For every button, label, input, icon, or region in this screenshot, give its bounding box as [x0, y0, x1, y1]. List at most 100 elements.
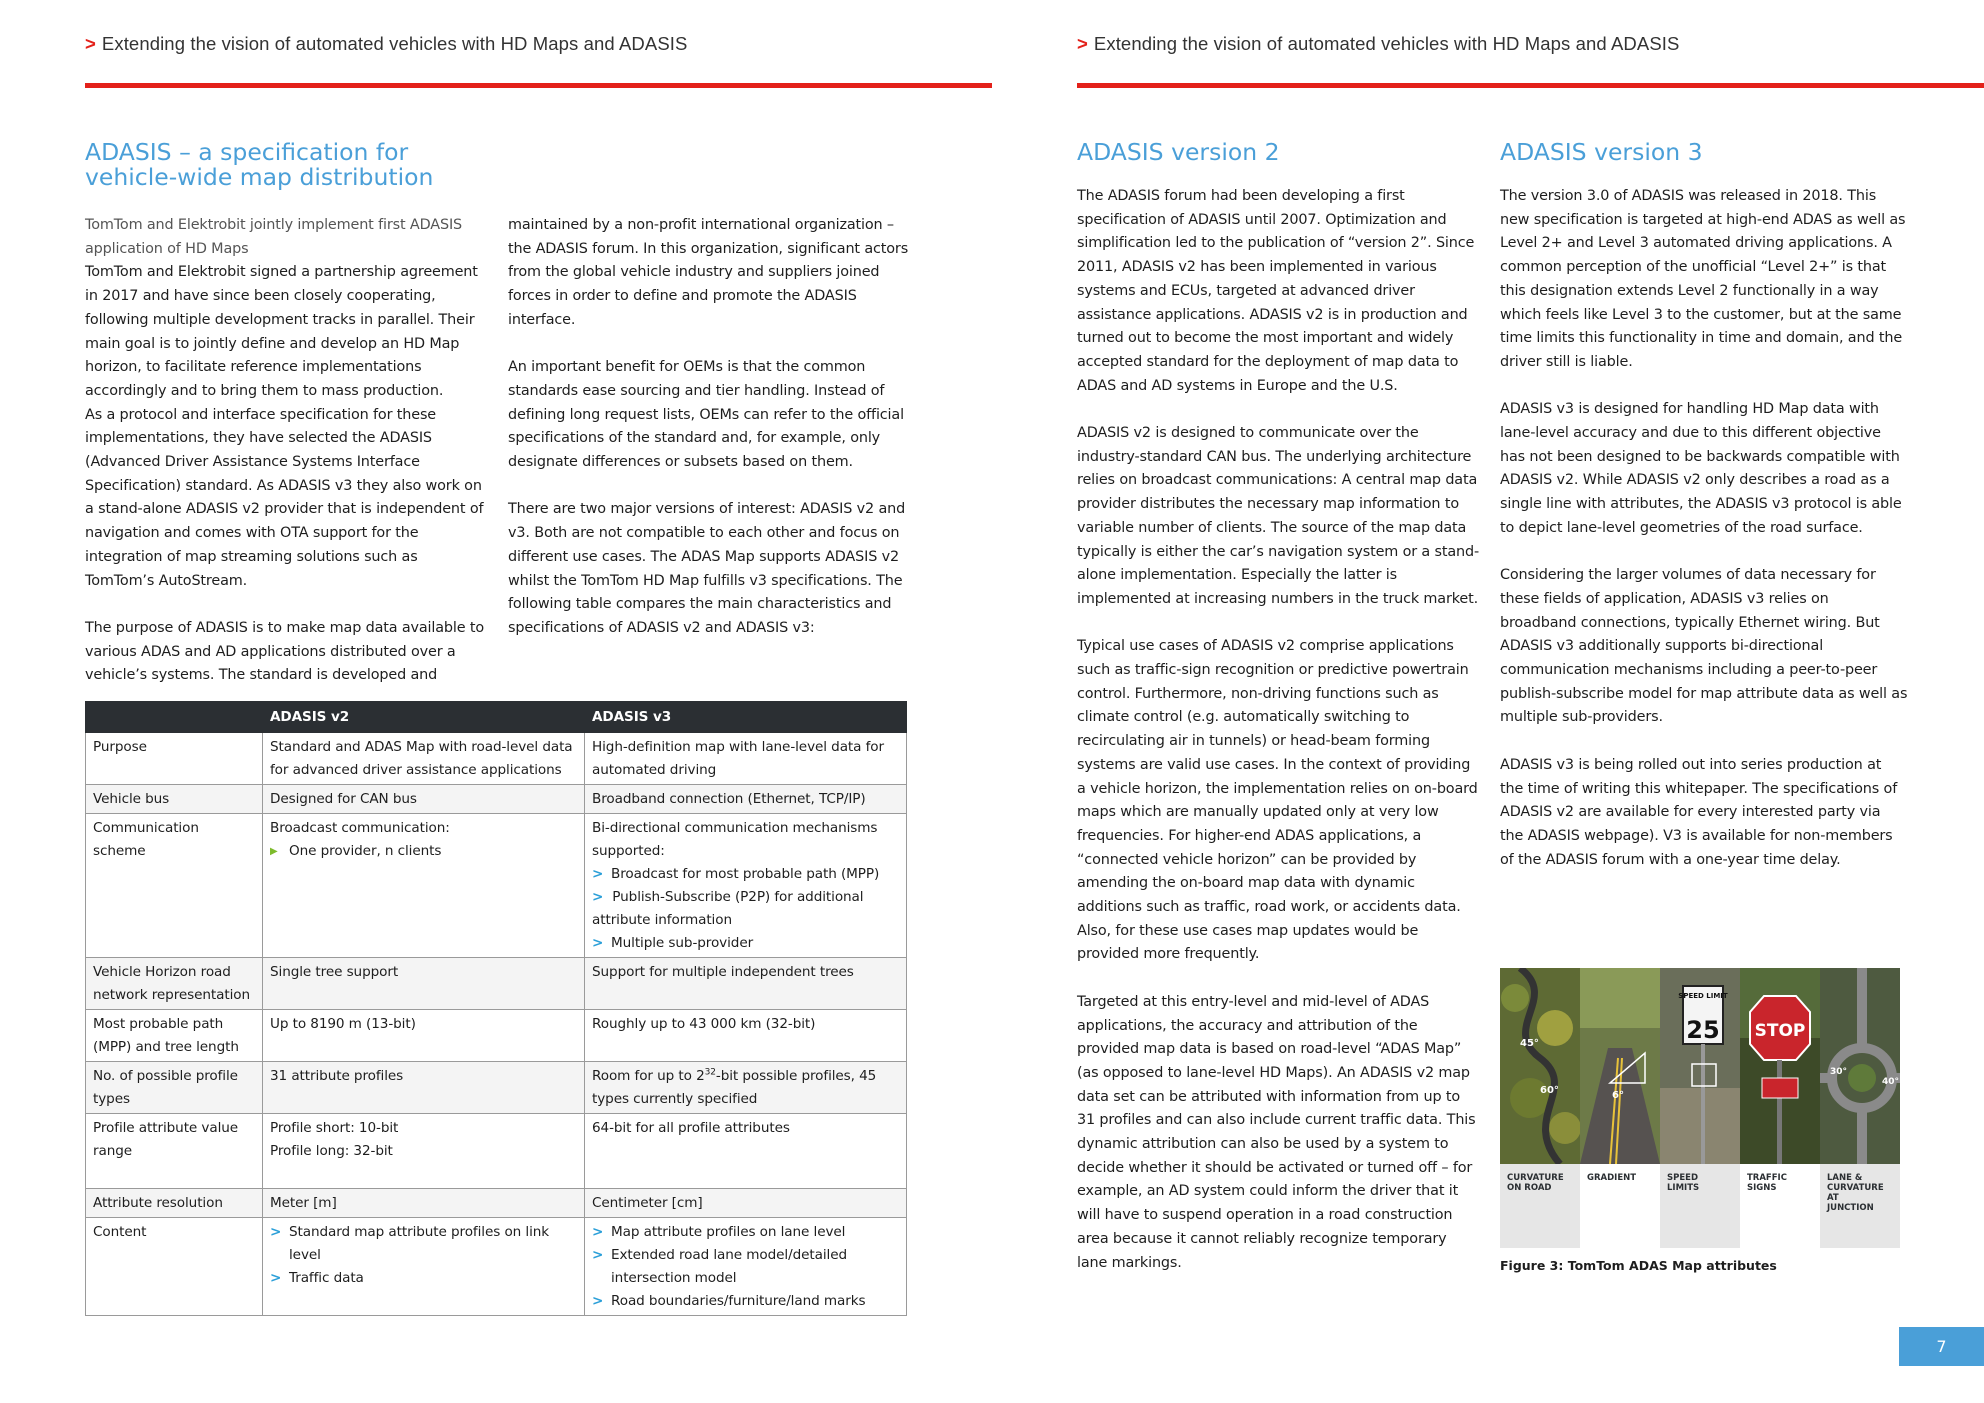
v3-para3: Considering the larger volumes of data n…	[1500, 567, 1908, 726]
table-header-v2: ADASIS v2	[262, 701, 585, 733]
left-running-header: > Extending the vision of automated vehic…	[85, 33, 687, 55]
junction-photo: 30° 40°	[1820, 968, 1900, 1164]
bullet-list: > Map attribute profiles on lane level > E…	[592, 1221, 899, 1313]
left-col2-para1: maintained by a non-profit international…	[508, 217, 909, 328]
chevron-bullet-icon: >	[592, 889, 604, 905]
bullet-list: > Broadcast for most probable path (MPP) …	[592, 863, 899, 955]
chevron-bullet-icon: >	[592, 866, 604, 882]
chevron-bullet-icon: >	[592, 935, 604, 951]
bullet-list: > Standard map attribute profiles on link…	[270, 1221, 577, 1290]
table-row: Most probable path (MPP) and tree length…	[85, 1009, 907, 1062]
bullet-list: ▶ One provider, n clients	[270, 840, 577, 863]
left-header-rule	[85, 83, 992, 88]
figure-label-line: LANE &	[1827, 1173, 1863, 1183]
cell-text: Room for up to 2	[592, 1068, 705, 1084]
cell-v3: Support for multiple independent trees	[584, 957, 907, 1010]
list-item-text: Traffic data	[289, 1270, 364, 1286]
table-row: Content > Standard map attribute profiles…	[85, 1217, 907, 1316]
v3-para4: ADASIS v3 is being rolled out into serie…	[1500, 756, 1898, 868]
stop-sign-text: STOP	[1755, 1021, 1806, 1041]
angle-45-label: 45°	[1520, 1038, 1539, 1049]
speed-limit-photo: SPEED LIMIT 25	[1660, 968, 1740, 1164]
cell-text: Profile short: 10-bit	[270, 1120, 399, 1136]
list-item: ▶ One provider, n clients	[270, 840, 577, 863]
v2-section-title: ADASIS version 2	[1077, 138, 1280, 166]
cell-v2: Broadcast communication: ▶ One provider, …	[262, 813, 585, 958]
list-item: > Publish-Subscribe (P2P) for additional …	[592, 886, 899, 932]
left-col2-para3: There are two major versions of interest…	[508, 501, 906, 636]
list-item: > Broadcast for most probable path (MPP)	[592, 863, 899, 886]
table-header-empty	[85, 701, 263, 733]
speed-sign-value: 25	[1686, 1016, 1719, 1044]
left-subheading: TomTom and Elektrobit jointly implement …	[85, 214, 491, 261]
left-title-line1: ADASIS – a specification for	[85, 138, 409, 166]
chevron-bullet-icon: >	[270, 1270, 282, 1286]
v2-para4: Targeted at this entry-level and mid-lev…	[1077, 993, 1476, 1271]
left-title-line2: vehicle-wide map distribution	[85, 163, 434, 191]
angle-6-label: 6°	[1612, 1090, 1624, 1101]
figure-label-line: JUNCTION	[1826, 1203, 1874, 1213]
right-header-rule	[1077, 83, 1984, 88]
row-label: Profile attribute value range	[85, 1113, 263, 1189]
v2-para3: Typical use cases of ADASIS v2 comprise …	[1077, 638, 1478, 963]
table-row: Communication scheme Broadcast communica…	[85, 813, 907, 958]
list-item: > Standard map attribute profiles on link…	[270, 1221, 577, 1267]
v2-column: The ADASIS forum had been developing a f…	[1077, 185, 1479, 1299]
chevron-bullet-icon: >	[592, 1293, 604, 1309]
figure-label-line: SPEED	[1667, 1173, 1698, 1183]
speed-sign-title: SPEED LIMIT	[1678, 992, 1728, 1000]
row-label: No. of possible profile types	[85, 1061, 263, 1114]
chevron-bullet-icon: >	[592, 1247, 604, 1263]
list-item: > Extended road lane model/detailed inter…	[592, 1244, 899, 1290]
row-label: Attribute resolution	[85, 1188, 263, 1218]
left-column-1: TomTom and Elektrobit jointly implement …	[85, 214, 491, 712]
cell-v3: Roughly up to 43 000 km (32-bit)	[584, 1009, 907, 1062]
list-item: > Multiple sub-provider	[592, 932, 899, 955]
curvature-photo: 45° 60°	[1500, 968, 1581, 1167]
v3-section-title: ADASIS version 3	[1500, 138, 1703, 166]
figure-label-line: TRAFFIC	[1747, 1173, 1787, 1183]
gradient-photo: 6°	[1580, 968, 1660, 1165]
angle-30-label: 30°	[1830, 1067, 1847, 1077]
v3-para1: The version 3.0 of ADASIS was released i…	[1500, 188, 1906, 370]
chevron-icon: >	[85, 33, 96, 54]
table-row: Attribute resolution Meter [m] Centimete…	[85, 1188, 907, 1218]
chevron-icon: >	[1077, 33, 1088, 54]
row-label: Vehicle Horizon road network representat…	[85, 957, 263, 1010]
cell-v2: Single tree support	[262, 957, 585, 1010]
list-item-text: Broadcast for most probable path (MPP)	[611, 866, 880, 882]
table-header-v3: ADASIS v3	[584, 701, 907, 733]
angle-60-label: 60°	[1540, 1085, 1559, 1096]
cell-v2: Profile short: 10-bit Profile long: 32-bi…	[262, 1113, 585, 1189]
cell-v2: > Standard map attribute profiles on link…	[262, 1217, 585, 1316]
row-label: Content	[85, 1217, 263, 1316]
cell-v3: Bi-directional communication mechanisms …	[584, 813, 907, 958]
list-item-text: Road boundaries/furniture/land marks	[611, 1293, 866, 1309]
cell-v3: Centimeter [cm]	[584, 1188, 907, 1218]
table-row: Vehicle bus Designed for CAN bus Broadba…	[85, 784, 907, 814]
left-column-2: maintained by a non-profit international…	[508, 214, 914, 664]
adas-map-attributes-figure: 45° 60° 6° SPEED LIMIT 25 STOP 30° 40° C…	[1500, 968, 1900, 1248]
cell-text: Bi-directional communication mechanisms …	[592, 820, 878, 859]
v3-para2: ADASIS v3 is designed for handling HD Ma…	[1500, 401, 1902, 536]
right-header-text: Extending the vision of automated vehicl…	[1093, 33, 1680, 54]
cell-v2: Standard and ADAS Map with road-level da…	[262, 732, 585, 785]
row-label: Communication scheme	[85, 813, 263, 958]
list-item-text: Standard map attribute profiles on link …	[289, 1224, 550, 1263]
list-item-text: Map attribute profiles on lane level	[611, 1224, 846, 1240]
cell-text: Profile long: 32-bit	[270, 1143, 393, 1159]
list-item-text: Multiple sub-provider	[611, 935, 754, 951]
cell-v3: Room for up to 232-bit possible profiles…	[584, 1061, 907, 1114]
triangle-bullet-icon: ▶	[270, 846, 278, 857]
chevron-bullet-icon: >	[270, 1224, 282, 1240]
list-item-text: Extended road lane model/detailed inters…	[611, 1247, 847, 1286]
cell-v3: > Map attribute profiles on lane level > E…	[584, 1217, 907, 1316]
left-subheading-line2: application of HD Maps	[85, 240, 249, 257]
left-header-text: Extending the vision of automated vehicl…	[101, 33, 688, 54]
v2-para2: ADASIS v2 is designed to communicate ove…	[1077, 425, 1480, 607]
comparison-table: ADASIS v2 ADASIS v3 Purpose Standard and…	[85, 701, 907, 1316]
right-running-header: > Extending the vision of automated vehic…	[1077, 33, 1679, 55]
cell-text: Broadcast communication:	[270, 820, 450, 836]
table-row: Vehicle Horizon road network representat…	[85, 957, 907, 1010]
list-item: > Map attribute profiles on lane level	[592, 1221, 899, 1244]
